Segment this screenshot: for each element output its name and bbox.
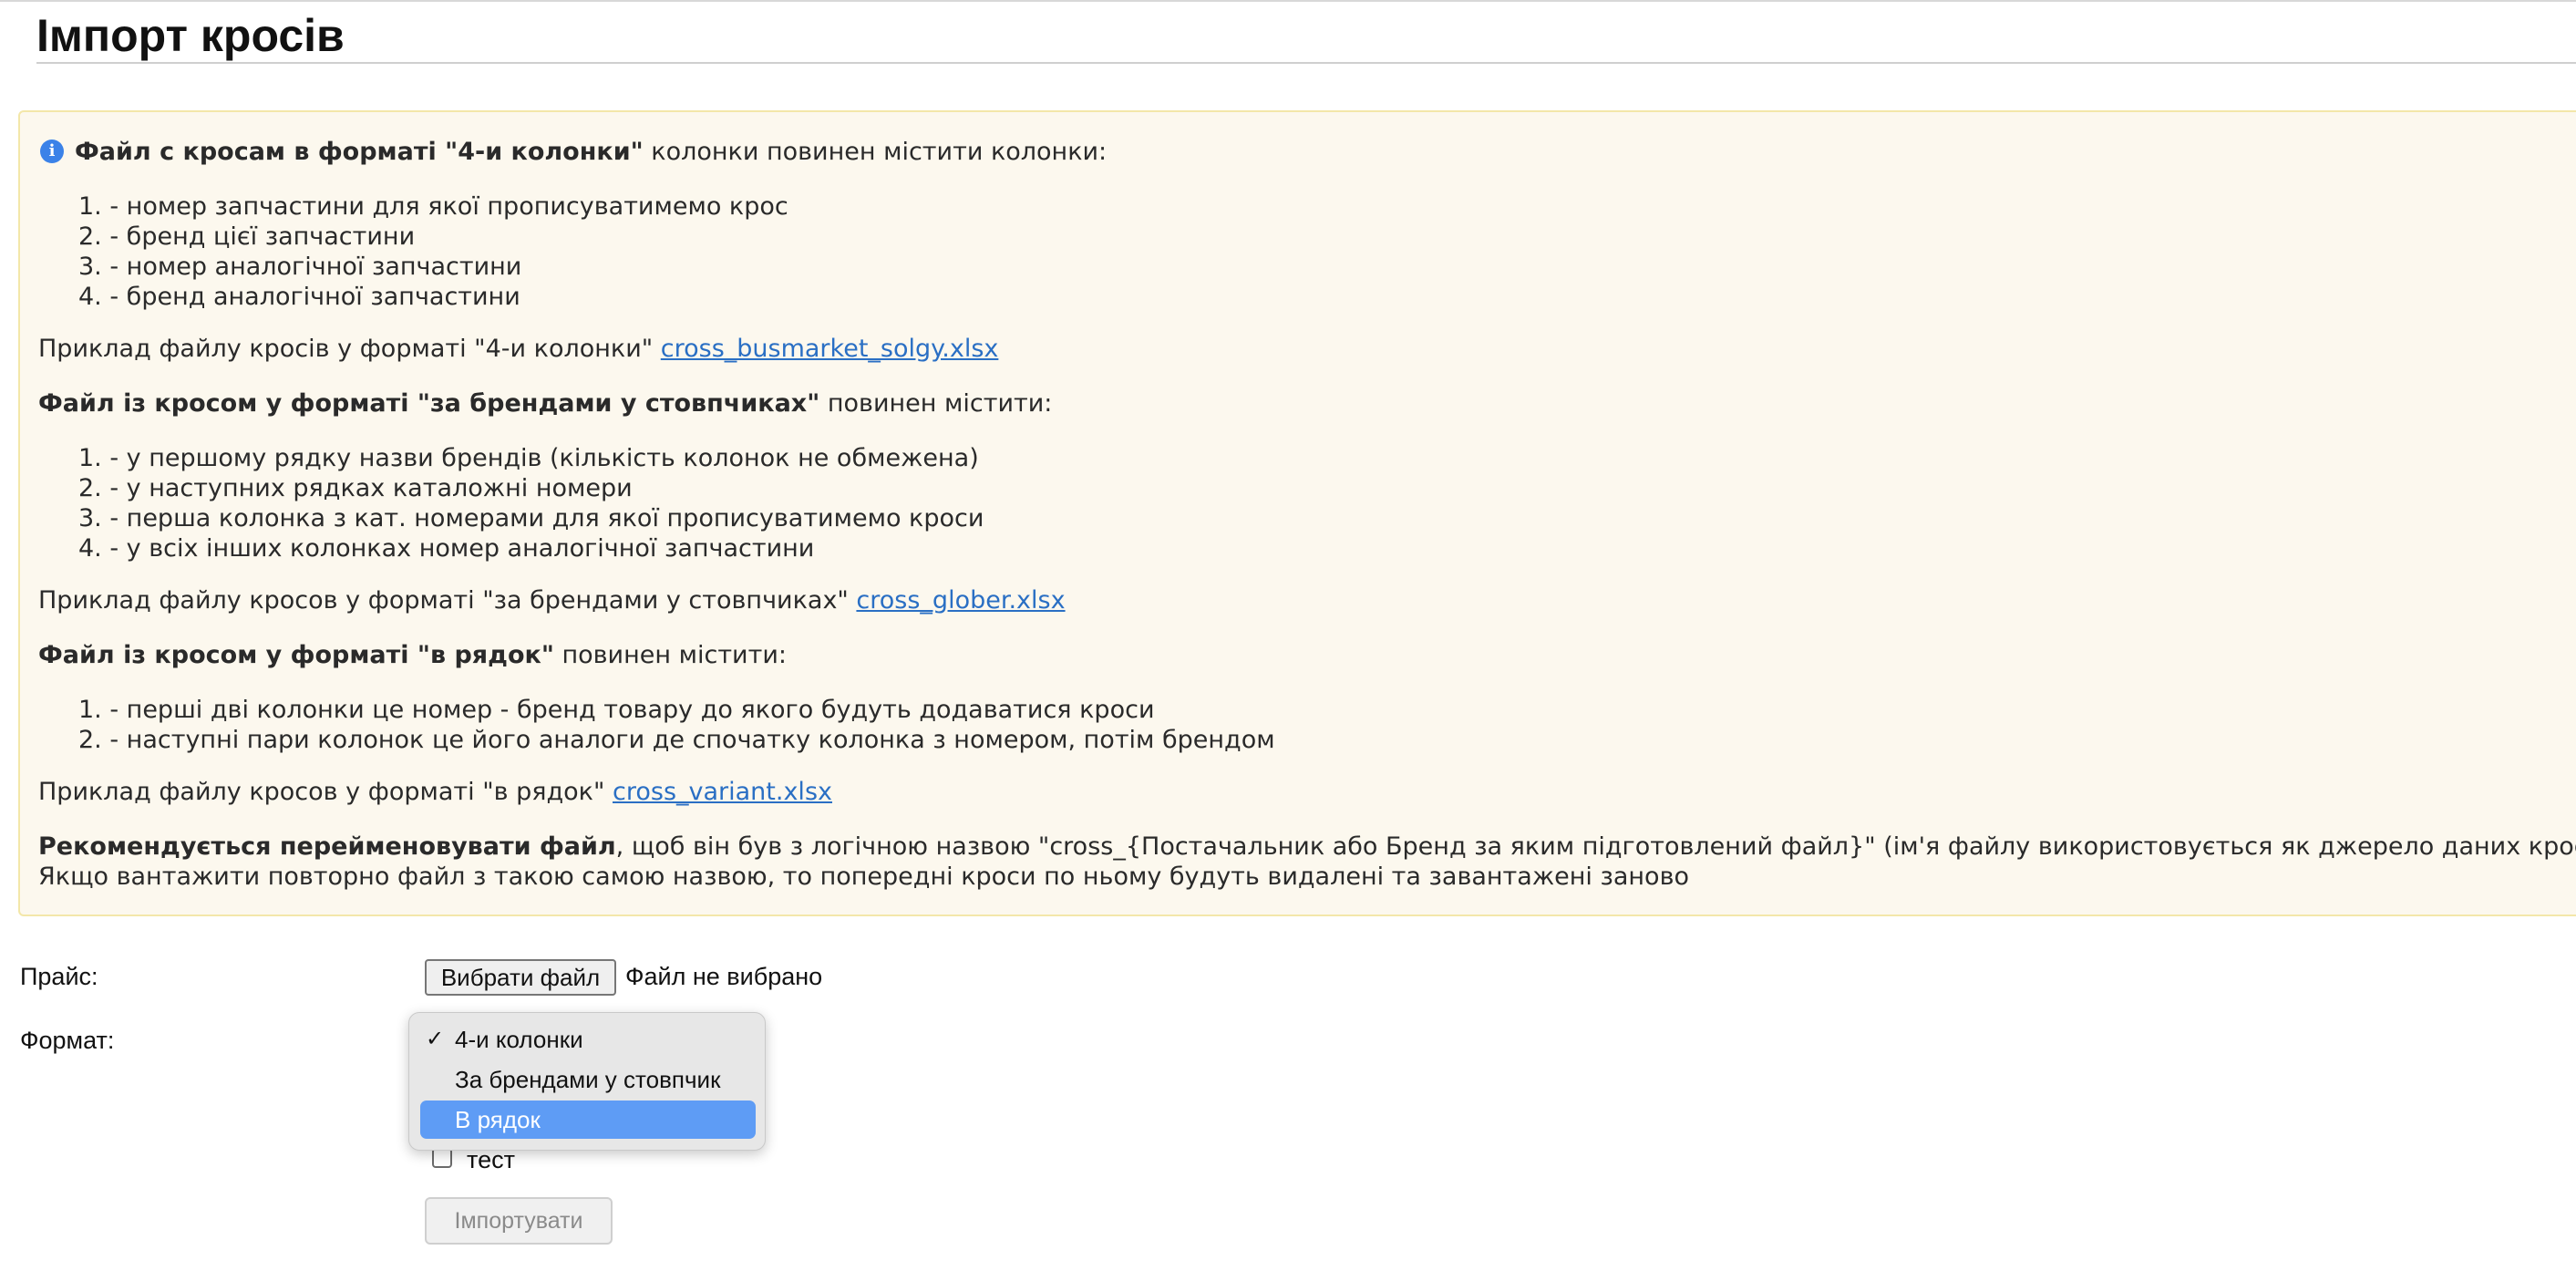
list-item: 3. - номер аналогічної запчастини xyxy=(78,253,522,281)
file-status: Файл не вибрано xyxy=(625,963,823,990)
recommendation-note: Якщо вантажити повторно файл з такою сам… xyxy=(38,863,1690,891)
list-item: 4. - у всіх інших колонках номер аналогі… xyxy=(78,534,815,563)
recommendation-text: , щоб він був з логічною назвою "cross_{… xyxy=(615,832,2576,861)
checkmark-icon: ✓ xyxy=(426,1027,445,1051)
example2-line: Приклад файлу кросов у форматі "за бренд… xyxy=(38,585,1066,615)
option-label: В рядок xyxy=(455,1106,541,1133)
import-button[interactable]: Імпортувати xyxy=(425,1197,613,1245)
info-icon: i xyxy=(40,140,64,163)
list-item: 2. - у наступних рядках каталожні номери xyxy=(78,474,633,502)
price-label: Прайс: xyxy=(20,963,98,990)
recommendation: Рекомендується перейменовувати файл, щоб… xyxy=(38,832,2576,862)
format1-text: колонки повинен містити колонки: xyxy=(643,138,1108,166)
title-divider xyxy=(36,62,2576,64)
format-option-highlighted[interactable]: В рядок xyxy=(420,1100,756,1139)
option-label: За брендами у стовпчик xyxy=(455,1066,721,1093)
choose-file-button[interactable]: Вибрати файл xyxy=(425,959,616,996)
format2-title: Файл із кросом у форматі "за брендами у … xyxy=(38,389,820,418)
list-item: 1. - у першому рядку назви брендів (кіль… xyxy=(78,444,979,472)
format3-text: повинен містити: xyxy=(553,641,787,669)
example3-line: Приклад файлу кросов у форматі "в рядок"… xyxy=(38,777,832,807)
format2-description: Файл із кросом у форматі "за брендами у … xyxy=(38,388,1052,418)
list-item: 1. - номер запчастини для якої прописува… xyxy=(78,192,788,221)
format1-list: 1. - номер запчастини для якої прописува… xyxy=(78,191,788,312)
test-checkbox[interactable] xyxy=(432,1148,452,1168)
example2-link[interactable]: cross_glober.xlsx xyxy=(856,586,1065,615)
list-item: 2. - наступні пари колонок це його анало… xyxy=(78,726,1275,754)
list-item: 3. - перша колонка з кат. номерами для я… xyxy=(78,504,984,532)
format-label: Формат: xyxy=(20,1027,115,1054)
format3-title: Файл із кросом у форматі "в рядок" xyxy=(38,641,554,669)
format3-list: 1. - перші дві колонки це номер - бренд … xyxy=(78,695,1275,755)
format1-title: Файл с кросам в форматі "4-и колонки" xyxy=(75,138,644,166)
top-border xyxy=(0,0,2576,2)
option-label: 4-и колонки xyxy=(455,1026,583,1053)
format1-description: Файл с кросам в форматі "4-и колонки" ко… xyxy=(75,137,1107,167)
format-option[interactable]: ✓ 4-и колонки xyxy=(420,1020,756,1059)
example2-text: Приклад файлу кросов у форматі "за бренд… xyxy=(38,586,857,615)
format2-text: повинен містити: xyxy=(819,389,1053,418)
format2-list: 1. - у першому рядку назви брендів (кіль… xyxy=(78,443,984,563)
example1-line: Приклад файлу кросів у форматі "4-и коло… xyxy=(38,334,998,364)
list-item: 1. - перші дві колонки це номер - бренд … xyxy=(78,696,1155,724)
format-dropdown[interactable]: ✓ 4-и колонки За брендами у стовпчик В р… xyxy=(408,1012,766,1151)
example1-link[interactable]: cross_busmarket_solgy.xlsx xyxy=(661,335,999,363)
recommendation-title: Рекомендується перейменовувати файл xyxy=(38,832,616,861)
list-item: 2. - бренд цієї запчастини xyxy=(78,222,416,251)
example3-link[interactable]: cross_variant.xlsx xyxy=(613,778,832,806)
example3-text: Приклад файлу кросов у форматі "в рядок" xyxy=(38,778,613,806)
example1-text: Приклад файлу кросів у форматі "4-и коло… xyxy=(38,335,661,363)
page-title: Імпорт кросів xyxy=(36,10,345,61)
format-option[interactable]: За брендами у стовпчик xyxy=(420,1060,756,1099)
format3-description: Файл із кросом у форматі "в рядок" повин… xyxy=(38,640,787,670)
list-item: 4. - бренд аналогічної запчастини xyxy=(78,283,520,311)
info-panel: i Файл с кросам в форматі "4-и колонки" … xyxy=(18,110,2576,916)
